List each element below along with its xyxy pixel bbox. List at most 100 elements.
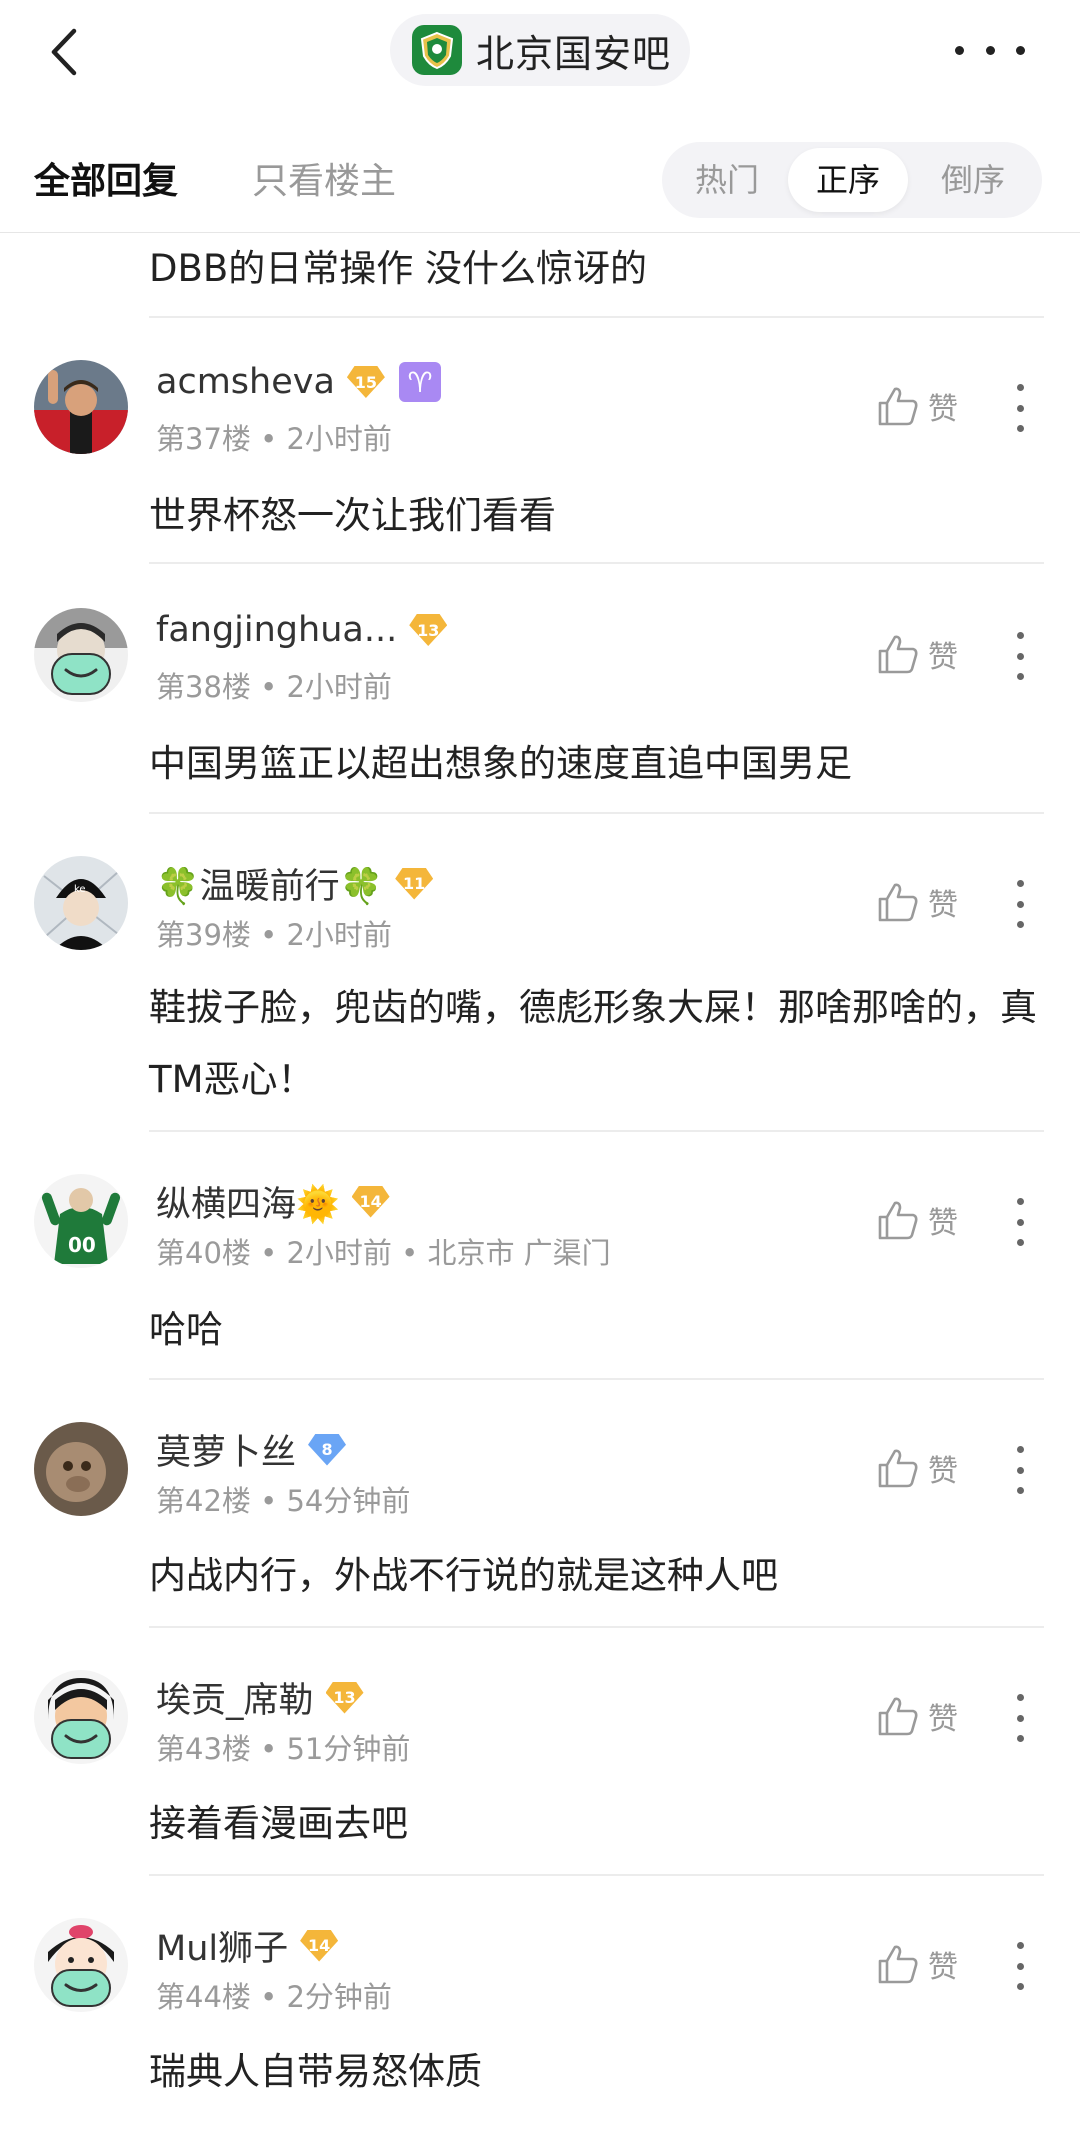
floor-number: 第40楼 — [156, 1236, 251, 1270]
reply-meta: 第37楼 • 2小时前 — [156, 422, 392, 456]
like-button[interactable]: 赞 — [876, 1190, 958, 1250]
reply-more-button[interactable] — [1010, 1694, 1030, 1742]
timestamp: 51分钟前 — [286, 1732, 411, 1766]
username-text: Mul狮子 — [156, 1929, 289, 1969]
sort-toggle: 热门 正序 倒序 — [662, 142, 1042, 218]
avatar[interactable]: 00 — [34, 1174, 128, 1268]
username[interactable]: Mul狮子 14 — [156, 1920, 339, 1971]
avatar[interactable] — [34, 1670, 128, 1764]
reply-more-button[interactable] — [1010, 1446, 1030, 1494]
level-badge: 13 — [409, 614, 448, 646]
avatar[interactable] — [34, 1918, 128, 2012]
sort-asc[interactable]: 正序 — [788, 148, 908, 212]
dot-icon — [955, 45, 964, 55]
location: 北京市 广渠门 — [427, 1236, 611, 1270]
tab-all-replies[interactable]: 全部回复 — [34, 152, 178, 204]
floor-number: 第44楼 — [156, 1980, 251, 2014]
floor-number: 第43楼 — [156, 1732, 251, 1766]
reply-divider — [149, 1378, 1044, 1380]
like-button[interactable]: 赞 — [876, 1438, 958, 1498]
like-button[interactable]: 赞 — [876, 872, 958, 932]
avatar[interactable] — [34, 360, 128, 454]
thumbs-up-icon — [878, 1201, 918, 1240]
timestamp: 2小时前 — [286, 1236, 392, 1270]
avatar[interactable] — [34, 1422, 128, 1516]
reply-meta: 第39楼 • 2小时前 — [156, 918, 392, 952]
reply-divider — [149, 562, 1044, 564]
like-button[interactable]: 赞 — [876, 376, 958, 436]
reply-more-button[interactable] — [1010, 1198, 1030, 1246]
thumbs-up-icon — [878, 635, 918, 674]
reply-more-button[interactable] — [1010, 384, 1030, 432]
username-text: 莫萝卜丝 — [156, 1433, 297, 1473]
svg-text:00: 00 — [68, 1233, 96, 1257]
username-text: 纵横四海🌞 — [156, 1185, 340, 1225]
reply-meta: 第44楼 • 2分钟前 — [156, 1980, 392, 2014]
timestamp: 2小时前 — [286, 422, 392, 456]
forum-name: 北京国安吧 — [476, 31, 672, 76]
avatar[interactable]: ke — [34, 856, 128, 950]
reply-meta: 第43楼 • 51分钟前 — [156, 1732, 411, 1766]
reply-divider — [149, 316, 1044, 318]
username-text: 埃贡_席勒 — [156, 1681, 314, 1721]
level-badge: 14 — [351, 1185, 390, 1218]
timestamp: 2小时前 — [286, 918, 392, 952]
username[interactable]: 莫萝卜丝 8 — [156, 1424, 347, 1475]
username[interactable]: 埃贡_席勒 13 — [156, 1672, 364, 1723]
dot-icon — [1016, 384, 1024, 391]
dot-icon — [1016, 652, 1024, 660]
dot-icon — [1016, 1962, 1024, 1970]
tab-owner-only[interactable]: 只看楼主 — [252, 152, 396, 204]
reply-more-button[interactable] — [1010, 632, 1030, 680]
timestamp: 54分钟前 — [286, 1484, 411, 1518]
sort-hot[interactable]: 热门 — [662, 142, 792, 218]
username-text: acmsheva — [156, 362, 335, 402]
level-badge: 11 — [395, 867, 434, 900]
dot-icon — [1016, 632, 1024, 639]
forum-logo-icon — [412, 25, 462, 75]
level-badge: 15 — [346, 366, 385, 398]
like-button[interactable]: 赞 — [876, 1934, 958, 1994]
forum-link[interactable]: 北京国安吧 — [390, 14, 690, 86]
dot-icon — [1016, 1218, 1024, 1226]
like-label: 赞 — [928, 1454, 958, 1489]
reply-content: 哈哈 — [149, 1308, 223, 1351]
reply-meta: 第38楼 • 2小时前 — [156, 670, 392, 704]
reply-content: DBB的日常操作 没什么惊讶的 — [149, 247, 648, 290]
timestamp: 2小时前 — [286, 670, 392, 704]
thumbs-up-icon — [878, 1945, 918, 1984]
thread-page: 北京国安吧 全部回复 只看楼主 热门 正序 倒序 DBB的日常操作 没什么惊讶的 — [0, 0, 1080, 2129]
dot-icon — [1016, 1239, 1024, 1246]
like-label: 赞 — [928, 1702, 958, 1737]
like-button[interactable]: 赞 — [876, 624, 958, 684]
reply-more-button[interactable] — [1010, 1942, 1030, 1990]
reply-filter-bar: 全部回复 只看楼主 热门 正序 倒序 — [0, 130, 1080, 226]
reply-divider — [149, 812, 1044, 814]
top-bar: 北京国安吧 — [0, 0, 1080, 104]
username[interactable]: 纵横四海🌞 14 — [156, 1176, 390, 1227]
reply-content: 中国男篮正以超出想象的速度直追中国男足 — [149, 742, 852, 785]
back-button[interactable] — [36, 20, 92, 84]
reply-divider — [149, 1130, 1044, 1132]
sort-desc[interactable]: 倒序 — [908, 142, 1038, 218]
svg-text:ke: ke — [74, 884, 86, 895]
reply-content: 接着看漫画去吧 — [149, 1802, 408, 1845]
username[interactable]: acmsheva 15 ♈ — [156, 362, 441, 402]
dot-icon — [1016, 404, 1024, 412]
username[interactable]: fangjinghua... 13 — [156, 610, 448, 650]
reply-more-button[interactable] — [1010, 880, 1030, 928]
avatar[interactable] — [34, 608, 128, 702]
dot-icon — [1016, 1983, 1024, 1990]
thumbs-up-icon — [878, 883, 918, 922]
like-button[interactable]: 赞 — [876, 1686, 958, 1746]
more-options-button[interactable] — [955, 30, 1025, 70]
username[interactable]: 🍀温暖前行🍀 11 — [156, 858, 434, 909]
reply-meta: 第40楼 • 2小时前 • 北京市 广渠门 — [156, 1236, 611, 1270]
dot-icon — [1016, 1487, 1024, 1494]
floor-number: 第42楼 — [156, 1484, 251, 1518]
thumbs-up-icon — [878, 387, 918, 426]
dot-icon — [1016, 921, 1024, 928]
like-label: 赞 — [928, 1206, 958, 1241]
dot-icon — [1016, 1714, 1024, 1722]
like-label: 赞 — [928, 888, 958, 923]
